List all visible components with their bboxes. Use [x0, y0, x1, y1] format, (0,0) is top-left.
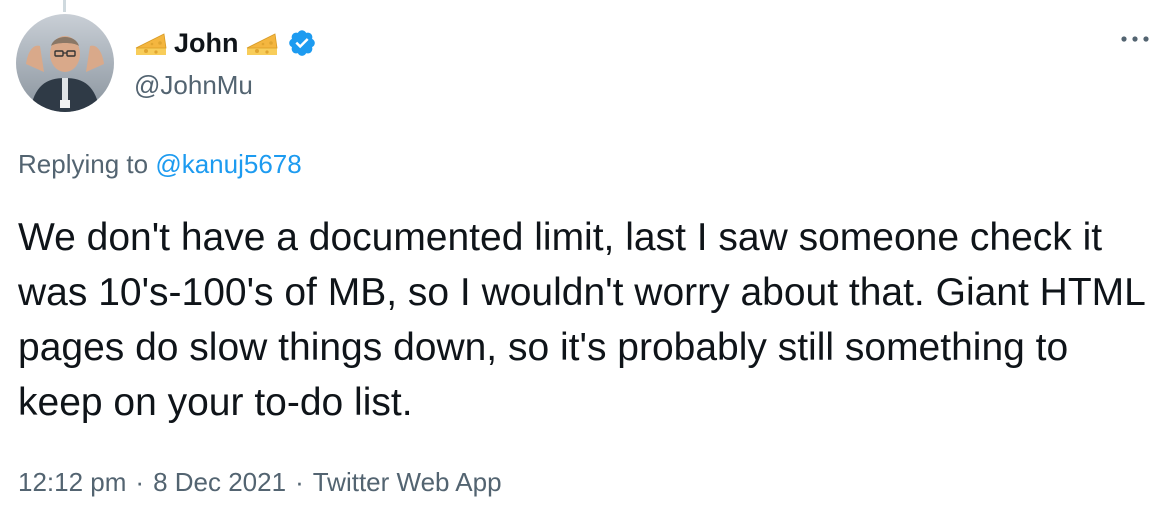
- tweet-date-link[interactable]: 8 Dec 2021: [153, 467, 286, 498]
- meta-separator: ·: [135, 467, 145, 497]
- tweet-source-link[interactable]: Twitter Web App: [313, 467, 502, 498]
- replying-to-label: Replying to: [18, 149, 149, 179]
- tweet-text: We don't have a documented limit, last I…: [18, 216, 1145, 424]
- tweet-metadata: 12:12 pm · 8 Dec 2021 · Twitter Web App: [18, 467, 502, 498]
- avatar[interactable]: [16, 14, 114, 112]
- replying-to-line: Replying to @kanuj5678: [18, 149, 302, 180]
- author-name-row[interactable]: John: [134, 24, 317, 62]
- meta-separator: ·: [295, 467, 304, 497]
- cheese-wedge-icon: [245, 28, 279, 58]
- tweet-card: John @JohnMu Replying to @kanuj5678 We d…: [0, 0, 1167, 521]
- more-options-button[interactable]: [1115, 24, 1155, 54]
- author-display-name: John: [174, 27, 239, 58]
- cheese-wedge-icon: [134, 28, 168, 58]
- tweet-time-link[interactable]: 12:12 pm: [18, 467, 126, 498]
- reply-mention-link[interactable]: @kanuj5678: [155, 149, 301, 179]
- author-handle[interactable]: @JohnMu: [134, 70, 253, 101]
- more-horizontal-icon: [1120, 30, 1150, 48]
- verified-badge-icon[interactable]: [287, 28, 317, 58]
- thread-connector-line: [63, 0, 66, 12]
